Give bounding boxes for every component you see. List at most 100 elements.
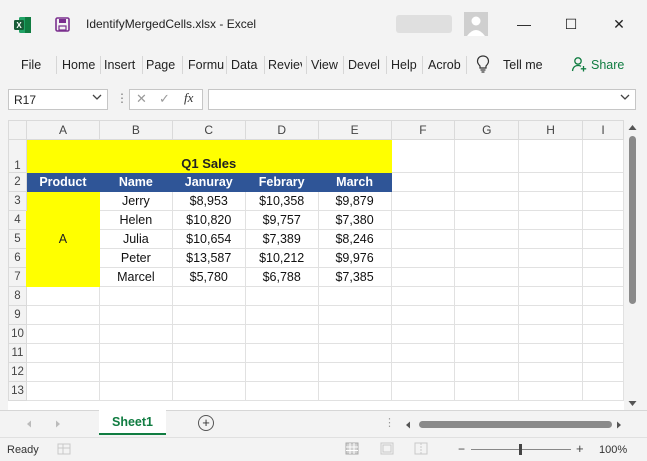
tab-insert[interactable]: Insert xyxy=(104,58,141,72)
row-header[interactable]: 5 xyxy=(8,229,27,249)
cell[interactable] xyxy=(582,172,624,192)
cell[interactable] xyxy=(390,191,456,211)
tab-data[interactable]: Data xyxy=(231,58,261,72)
formula-input[interactable] xyxy=(208,89,636,110)
cell[interactable] xyxy=(390,229,456,249)
page-break-view-icon[interactable] xyxy=(414,442,428,455)
cell[interactable] xyxy=(390,305,456,325)
cell[interactable] xyxy=(454,229,520,249)
row-header[interactable]: 9 xyxy=(8,305,27,325)
tell-me-search[interactable]: Tell me xyxy=(503,58,549,72)
cell[interactable] xyxy=(171,286,246,306)
zoom-in-icon[interactable]: + xyxy=(576,441,584,456)
page-layout-view-icon[interactable] xyxy=(380,442,394,455)
enter-entry-icon[interactable]: ✓ xyxy=(159,91,170,107)
cell[interactable]: Helen xyxy=(98,210,173,230)
tab-developer[interactable]: Devel xyxy=(348,58,384,72)
cell[interactable] xyxy=(390,343,456,363)
cell[interactable] xyxy=(518,324,584,344)
scroll-right-icon[interactable] xyxy=(616,421,622,429)
prev-sheet-icon[interactable] xyxy=(26,420,32,428)
cell[interactable] xyxy=(582,139,624,173)
avatar-icon[interactable] xyxy=(464,12,488,36)
normal-view-icon[interactable] xyxy=(345,442,359,455)
chevron-down-icon[interactable] xyxy=(92,92,102,102)
cell[interactable] xyxy=(518,229,584,249)
header-cell-product[interactable]: Product xyxy=(25,172,100,192)
cell[interactable] xyxy=(390,248,456,268)
cell[interactable] xyxy=(518,248,584,268)
tab-review[interactable]: Reviev xyxy=(268,58,302,72)
cell[interactable]: $13,587 xyxy=(171,248,246,268)
cell[interactable] xyxy=(582,248,624,268)
row-header[interactable]: 10 xyxy=(8,324,27,344)
cell[interactable] xyxy=(454,267,520,287)
cell[interactable] xyxy=(454,343,520,363)
cell[interactable] xyxy=(518,305,584,325)
column-header[interactable]: C xyxy=(171,120,246,140)
cell[interactable] xyxy=(582,362,624,382)
tab-formulas[interactable]: Formu xyxy=(188,58,224,72)
cell[interactable] xyxy=(244,286,319,306)
header-cell-name[interactable]: Name xyxy=(98,172,173,192)
cell[interactable] xyxy=(317,343,392,363)
cell[interactable]: $7,385 xyxy=(317,267,392,287)
cell[interactable]: $7,380 xyxy=(317,210,392,230)
cell[interactable] xyxy=(98,343,173,363)
cell[interactable]: $10,820 xyxy=(171,210,246,230)
cell[interactable] xyxy=(25,381,100,401)
cell[interactable] xyxy=(98,286,173,306)
cell[interactable] xyxy=(98,305,173,325)
cell[interactable] xyxy=(390,172,456,192)
cell[interactable] xyxy=(317,324,392,344)
cell[interactable] xyxy=(390,381,456,401)
cell[interactable] xyxy=(25,305,100,325)
cell[interactable] xyxy=(454,324,520,344)
cell[interactable] xyxy=(390,267,456,287)
cell[interactable]: $5,780 xyxy=(171,267,246,287)
cell[interactable] xyxy=(98,362,173,382)
cell[interactable] xyxy=(454,210,520,230)
cell[interactable] xyxy=(171,324,246,344)
cell[interactable] xyxy=(454,248,520,268)
column-header[interactable]: G xyxy=(454,120,520,140)
expand-formula-bar-icon[interactable] xyxy=(620,92,630,102)
cell[interactable] xyxy=(582,324,624,344)
scroll-left-icon[interactable] xyxy=(405,421,411,429)
next-sheet-icon[interactable] xyxy=(55,420,61,428)
cell[interactable]: $8,953 xyxy=(171,191,246,211)
cell[interactable] xyxy=(244,324,319,344)
tab-home[interactable]: Home xyxy=(62,58,98,72)
cell[interactable]: Peter xyxy=(98,248,173,268)
cell[interactable] xyxy=(317,381,392,401)
row-header[interactable]: 1 xyxy=(8,139,27,173)
tab-acrobat[interactable]: Acrob xyxy=(428,58,463,72)
cell[interactable] xyxy=(171,362,246,382)
row-header[interactable]: 8 xyxy=(8,286,27,306)
cell[interactable] xyxy=(518,362,584,382)
cell[interactable] xyxy=(25,343,100,363)
accessibility-icon[interactable] xyxy=(57,443,71,455)
column-header[interactable]: F xyxy=(390,120,456,140)
cell[interactable] xyxy=(390,139,456,173)
row-header[interactable]: 13 xyxy=(8,381,27,401)
zoom-level[interactable]: 100% xyxy=(599,444,627,456)
cell[interactable] xyxy=(582,267,624,287)
cell[interactable] xyxy=(582,343,624,363)
tab-help[interactable]: Help xyxy=(391,58,419,72)
cell[interactable] xyxy=(454,172,520,192)
cell[interactable] xyxy=(582,210,624,230)
cell[interactable] xyxy=(390,324,456,344)
cell[interactable] xyxy=(171,343,246,363)
cell[interactable] xyxy=(25,286,100,306)
maximize-button[interactable]: ☐ xyxy=(561,14,581,34)
scroll-down-icon[interactable] xyxy=(628,400,637,407)
cell[interactable] xyxy=(25,324,100,344)
cell[interactable] xyxy=(518,191,584,211)
cell[interactable] xyxy=(25,362,100,382)
cell[interactable]: Marcel xyxy=(98,267,173,287)
worksheet-grid[interactable]: A B C D E F G H I 1 Q1 Sales 2 Product N… xyxy=(8,120,624,410)
merged-title-cell[interactable]: Q1 Sales xyxy=(25,139,392,173)
select-all-corner[interactable] xyxy=(8,120,27,140)
tab-view[interactable]: View xyxy=(311,58,341,72)
